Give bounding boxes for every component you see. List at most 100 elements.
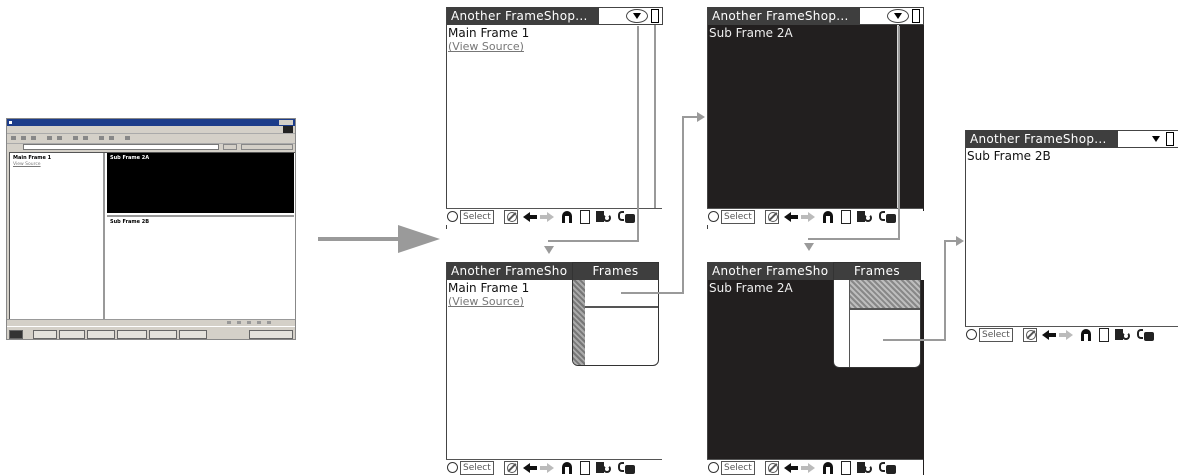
browser-throbber-icon: [283, 126, 293, 133]
bottom-toolbar: Select: [446, 459, 662, 476]
view-source-link[interactable]: (View Source): [448, 40, 524, 54]
view-source-link[interactable]: (View Source): [448, 295, 524, 309]
rotate-icon[interactable]: [596, 461, 614, 475]
circle-icon[interactable]: [708, 462, 719, 473]
page-icon[interactable]: [580, 210, 590, 224]
connector-main-frame-to-sub-frame-2a: [682, 116, 684, 294]
frame-heading: Main Frame 1: [448, 26, 530, 40]
device-screen-main-frame: Another FrameShop... Main Frame 1 (View …: [446, 7, 663, 229]
frame-heading: Main Frame 1: [448, 281, 530, 295]
page-icon[interactable]: [841, 461, 851, 475]
scroll-indicator-icon: [1166, 132, 1174, 146]
lock-icon[interactable]: [1137, 328, 1155, 342]
browser-logo-icon: [9, 121, 12, 124]
dropdown-triangle-icon[interactable]: [633, 13, 641, 19]
select-button[interactable]: Select: [979, 328, 1013, 342]
connector-sub-frame-2a-to-sub-frame-2b: [944, 240, 946, 341]
conversion-arrow-head: [398, 225, 440, 253]
rotate-icon[interactable]: [857, 210, 875, 224]
title-controls: [860, 7, 924, 25]
forward-arrow-icon[interactable]: [801, 461, 815, 475]
select-button[interactable]: Select: [721, 461, 755, 475]
desktop-top-right-frame: Sub Frame 2A: [107, 153, 294, 213]
circle-icon[interactable]: [708, 211, 719, 222]
connector-arrow-head: [804, 243, 814, 251]
back-arrow-icon[interactable]: [784, 210, 798, 224]
connector-arrow-head: [956, 236, 964, 246]
circle-icon[interactable]: [447, 211, 458, 222]
dropdown-triangle-icon[interactable]: [894, 13, 902, 19]
select-button[interactable]: Select: [460, 461, 494, 475]
address-field: [23, 144, 219, 150]
page-icon[interactable]: [580, 461, 590, 475]
frame-option-divider: [849, 308, 920, 310]
rotate-icon[interactable]: [857, 461, 875, 475]
frames-popup-title: Frames: [834, 263, 920, 280]
bottom-toolbar: Select: [446, 208, 662, 225]
scroll-indicator-icon: [912, 9, 920, 23]
home-icon[interactable]: [822, 210, 834, 224]
forward-arrow-icon[interactable]: [801, 210, 815, 224]
bottom-toolbar: Select: [707, 459, 923, 476]
back-arrow-icon[interactable]: [1042, 328, 1056, 342]
frames-popup-title: Frames: [573, 263, 658, 280]
desktop-left-frame-title: Main Frame 1: [13, 155, 52, 161]
desktop-bottom-right-frame: Sub Frame 2B: [107, 215, 294, 317]
lock-icon[interactable]: [879, 461, 897, 475]
app-title-bar: Another FrameShop...: [966, 130, 1122, 148]
home-icon[interactable]: [561, 461, 573, 475]
popup-left-edge: [849, 280, 850, 367]
home-icon[interactable]: [822, 461, 834, 475]
frame-option-divider: [585, 306, 658, 308]
prohibit-icon[interactable]: [765, 210, 779, 224]
page-icon[interactable]: [1099, 328, 1109, 342]
title-controls: [599, 7, 663, 25]
desktop-frameset: Main Frame 1 View Source Sub Frame 2A Su…: [9, 152, 295, 320]
desktop-top-right-frame-title: Sub Frame 2A: [110, 155, 150, 161]
lock-icon[interactable]: [618, 461, 636, 475]
prohibit-icon[interactable]: [765, 461, 779, 475]
forward-arrow-icon[interactable]: [540, 461, 554, 475]
prohibit-icon[interactable]: [1023, 328, 1037, 342]
frame-option-sub-frame-2a[interactable]: [849, 280, 920, 309]
bottom-toolbar: Select: [965, 326, 1178, 343]
bottom-toolbar: Select: [707, 208, 923, 225]
page-icon[interactable]: [841, 210, 851, 224]
connector-arrow-head: [544, 246, 554, 254]
forward-arrow-icon[interactable]: [540, 210, 554, 224]
home-icon[interactable]: [1080, 328, 1092, 342]
frame-page: [966, 148, 1178, 324]
frame-divider: [654, 25, 656, 211]
conversion-arrow: [318, 237, 400, 241]
desktop-taskbar: [7, 326, 295, 339]
back-arrow-icon[interactable]: [523, 461, 537, 475]
home-icon[interactable]: [561, 210, 573, 224]
forward-arrow-icon[interactable]: [1059, 328, 1073, 342]
device-screen-sub-frame-2b: Another FrameShop... Sub Frame 2B: [965, 130, 1178, 342]
desktop-status-bar: [7, 319, 295, 326]
connector-arrow-head: [697, 112, 705, 122]
frame-heading: Sub Frame 2A: [709, 26, 793, 40]
lock-icon[interactable]: [618, 210, 636, 224]
prohibit-icon[interactable]: [504, 210, 518, 224]
dropdown-triangle-icon[interactable]: [1152, 136, 1160, 142]
back-arrow-icon[interactable]: [784, 461, 798, 475]
circle-icon[interactable]: [447, 462, 458, 473]
prohibit-icon[interactable]: [504, 461, 518, 475]
start-button: [9, 330, 23, 339]
select-button[interactable]: Select: [721, 210, 755, 224]
scroll-indicator-icon: [651, 9, 659, 23]
frame-heading: Sub Frame 2B: [967, 149, 1051, 163]
rotate-icon[interactable]: [1115, 328, 1133, 342]
connector-sub-frame-2a-to-sub-frame-2b: [883, 339, 945, 341]
lock-icon[interactable]: [879, 210, 897, 224]
connector-main-menu-to-popup: [637, 26, 639, 242]
back-arrow-icon[interactable]: [523, 210, 537, 224]
rotate-icon[interactable]: [596, 210, 614, 224]
circle-icon[interactable]: [966, 329, 977, 340]
app-title-bar: Another FrameShop...: [447, 7, 603, 25]
select-button[interactable]: Select: [460, 210, 494, 224]
links-button: [241, 144, 293, 150]
window-controls: [279, 120, 293, 125]
frames-popup: Frames: [572, 262, 659, 366]
